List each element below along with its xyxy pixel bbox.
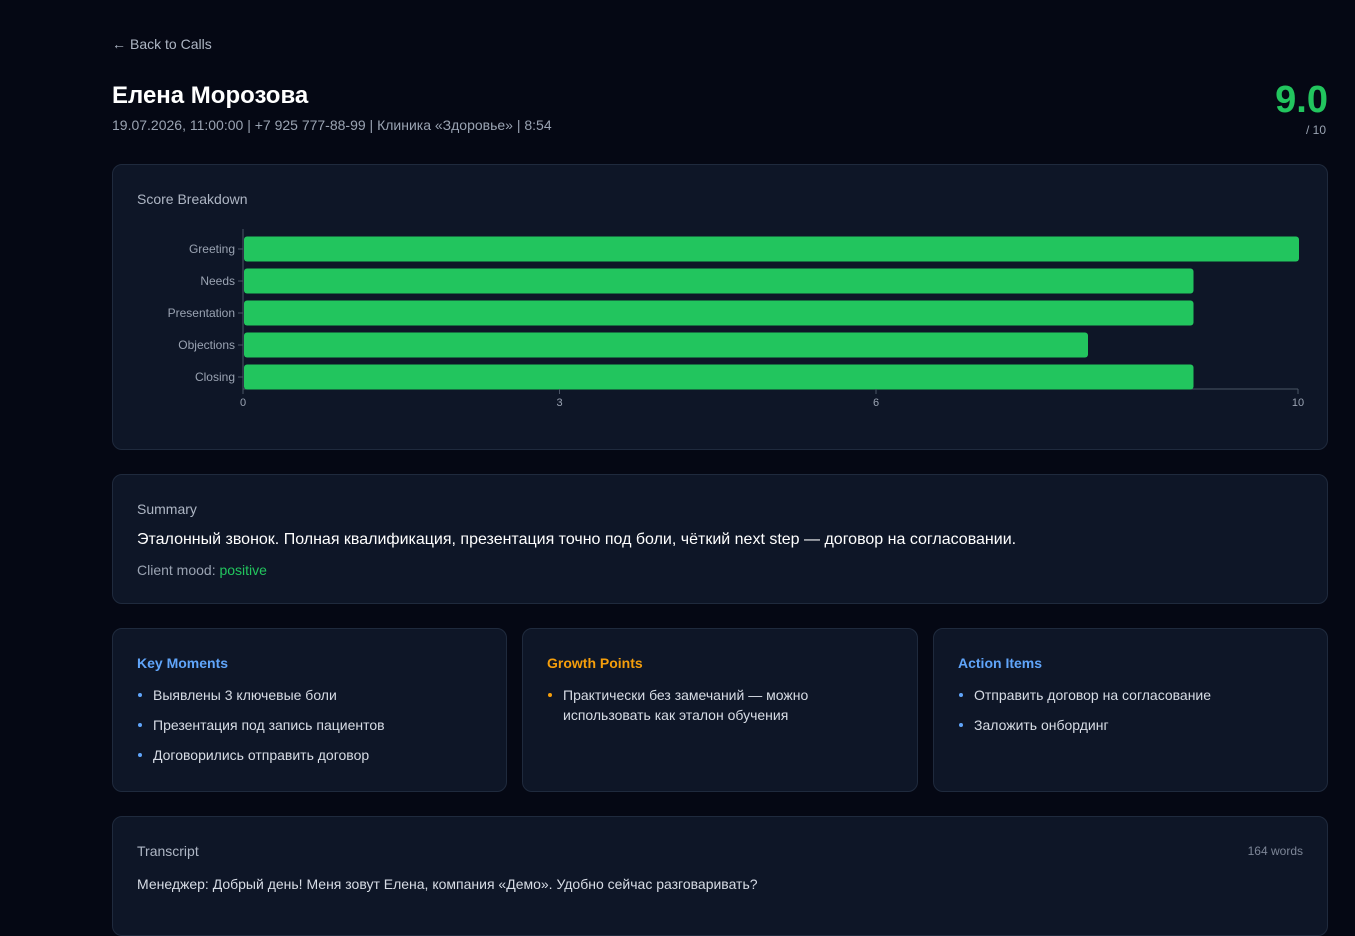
word-count: 164 words xyxy=(1247,844,1303,858)
bar-closing xyxy=(244,364,1194,390)
y-tick-label-objections: Objections xyxy=(178,338,235,352)
list-item-text: Заложить онбординг xyxy=(974,717,1109,733)
bullet-icon xyxy=(959,723,963,727)
list-item-text: Договорились отправить договор xyxy=(153,747,370,763)
key-moments-title: Key Moments xyxy=(137,655,229,671)
caller-name: Елена Морозова xyxy=(112,82,309,109)
client-mood-label: Client mood: xyxy=(137,562,216,578)
key-moments-list: Выявлены 3 ключевые боли Презентация под… xyxy=(137,685,486,775)
list-item: Выявлены 3 ключевые боли xyxy=(137,685,486,705)
bullet-icon xyxy=(959,693,963,697)
call-meta: 19.07.2026, 11:00:00 | +7 925 777-88-99 … xyxy=(112,117,552,133)
score-breakdown-chart: Greeting Needs Presentation Objections Closi… xyxy=(168,229,1304,409)
transcript-line: Менеджер: Добрый день! Меня зовут Елена,… xyxy=(137,876,758,892)
arrow-left-icon: ← xyxy=(112,36,126,52)
bullet-icon xyxy=(138,693,142,697)
score-max: / 10 xyxy=(1305,123,1326,137)
x-tick-label-10: 10 xyxy=(1292,397,1304,409)
bullet-icon xyxy=(548,693,552,697)
growth-points-list: Практически без замечаний — можно исполь… xyxy=(547,685,897,735)
y-tick-label-presentation: Presentation xyxy=(168,306,235,320)
transcript-card: Transcript 164 words Менеджер: Добрый де… xyxy=(112,816,1328,936)
bar-greeting xyxy=(244,236,1299,262)
action-items-list: Отправить договор на согласование Заложи… xyxy=(958,685,1307,745)
x-tick-label-0: 0 xyxy=(240,397,246,409)
list-item: Отправить договор на согласование xyxy=(958,685,1307,705)
back-to-calls-link[interactable]: ← Back to Calls xyxy=(112,36,212,52)
bar-presentation xyxy=(244,300,1194,326)
x-tick-label-3: 3 xyxy=(556,397,562,409)
action-items-title: Action Items xyxy=(958,655,1043,671)
list-item-text: Практически без замечаний — можно исполь… xyxy=(563,687,809,723)
client-mood: Client mood: positive xyxy=(137,562,267,578)
action-items-card: Action Items Отправить договор на соглас… xyxy=(933,628,1328,792)
list-item: Заложить онбординг xyxy=(958,715,1307,735)
growth-points-title: Growth Points xyxy=(547,655,643,671)
y-tick-label-closing: Closing xyxy=(195,370,235,384)
list-item-text: Презентация под запись пациентов xyxy=(153,717,385,733)
list-item: Практически без замечаний — можно исполь… xyxy=(547,685,897,725)
bullet-icon xyxy=(138,753,142,757)
x-tick-label-6: 6 xyxy=(873,397,879,409)
growth-points-card: Growth Points Практически без замечаний … xyxy=(522,628,918,792)
key-moments-card: Key Moments Выявлены 3 ключевые боли Пре… xyxy=(112,628,507,792)
summary-text: Эталонный звонок. Полная квалификация, п… xyxy=(137,531,1017,548)
list-item: Договорились отправить договор xyxy=(137,745,486,765)
score-breakdown-card: Score Breakdown Greeting Needs Presentatio… xyxy=(112,164,1328,450)
client-mood-value: positive xyxy=(219,562,267,578)
list-item-text: Выявлены 3 ключевые боли xyxy=(153,687,337,703)
transcript-title: Transcript xyxy=(137,843,199,859)
list-item: Презентация под запись пациентов xyxy=(137,715,486,735)
score-value: 9.0 xyxy=(1275,79,1328,121)
bullet-icon xyxy=(138,723,142,727)
bar-needs xyxy=(244,268,1194,294)
list-item-text: Отправить договор на согласование xyxy=(974,687,1212,703)
y-tick-label-needs: Needs xyxy=(200,274,235,288)
summary-title: Summary xyxy=(137,501,197,517)
bar-objections xyxy=(244,332,1088,358)
y-tick-label-greeting: Greeting xyxy=(189,242,235,256)
back-label: Back to Calls xyxy=(130,36,212,52)
overall-score: 9.0 / 10 xyxy=(1275,78,1328,137)
summary-card: Summary Эталонный звонок. Полная квалифи… xyxy=(112,474,1328,604)
